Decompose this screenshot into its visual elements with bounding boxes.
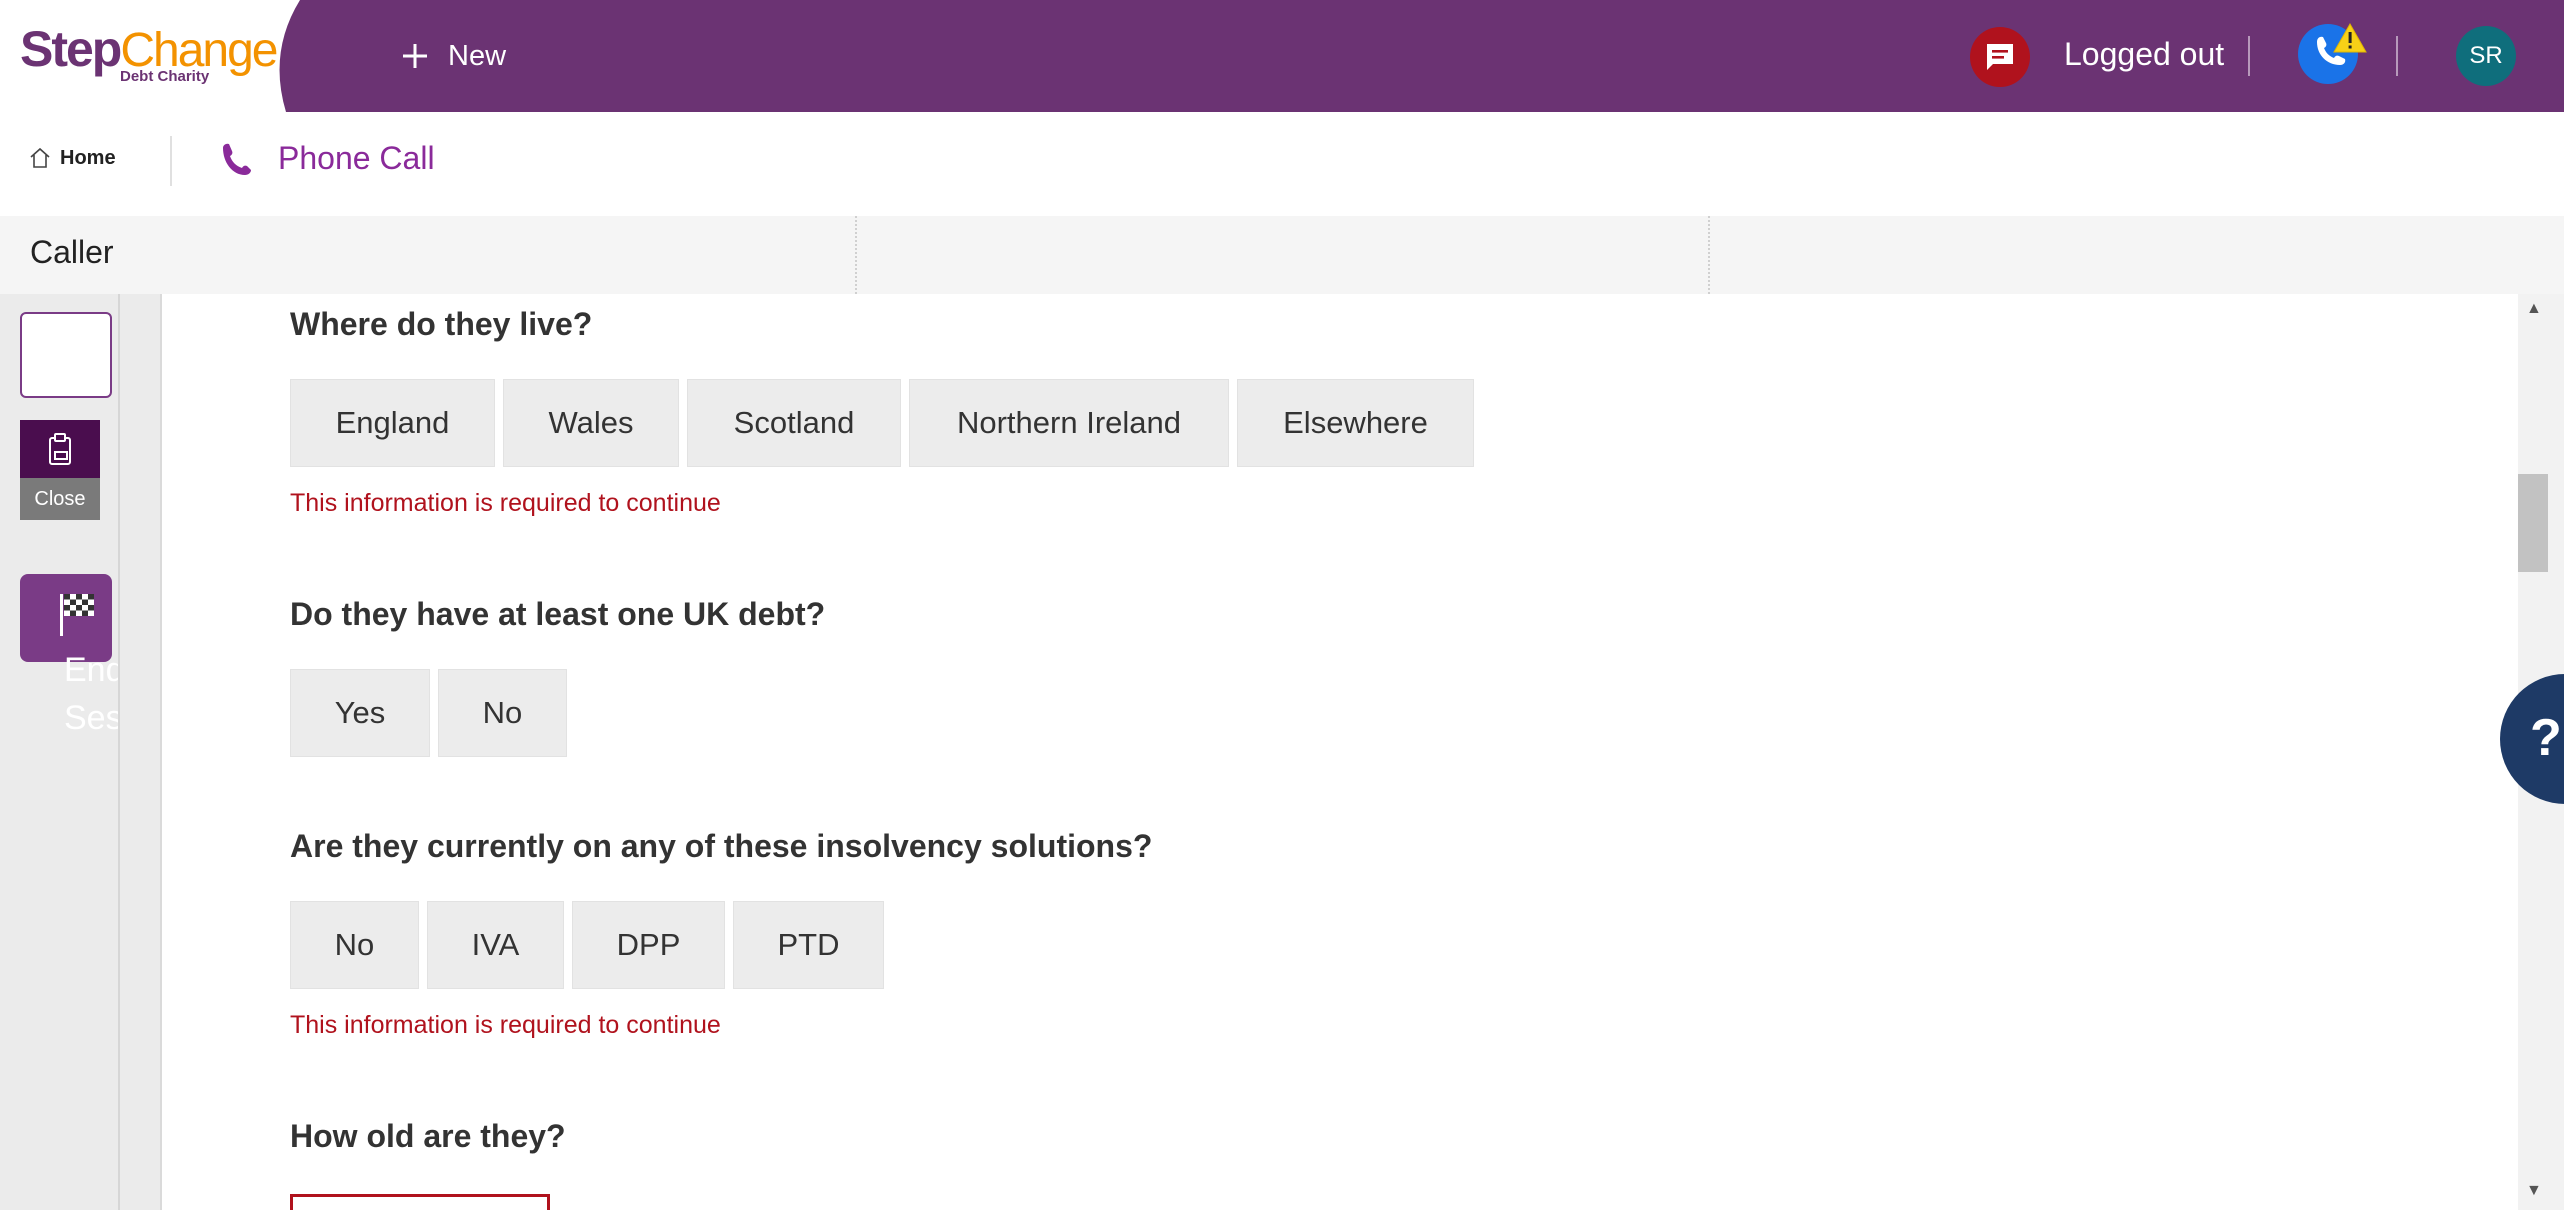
clipboard-icon: [49, 433, 71, 465]
close-button[interactable]: Close: [20, 478, 100, 520]
insolvency-options: No IVA DPP PTD: [290, 901, 884, 989]
caller-bar: Caller: [0, 216, 2564, 294]
option-iva[interactable]: IVA: [427, 901, 564, 989]
where-live-options: England Wales Scotland Northern Ireland …: [290, 379, 1474, 467]
phone-alert-icon[interactable]: [2298, 20, 2368, 86]
uk-debt-options: Yes No: [290, 669, 567, 757]
option-elsewhere[interactable]: Elsewhere: [1237, 379, 1474, 467]
agent-status[interactable]: Logged out: [2064, 36, 2224, 73]
where-live-error: This information is required to continue: [290, 489, 721, 517]
new-button[interactable]: New: [400, 30, 506, 82]
scrollbar-thumb[interactable]: [2518, 474, 2548, 572]
tab-phone-call[interactable]: Phone Call: [218, 140, 435, 177]
age-input[interactable]: [290, 1194, 550, 1210]
header-divider: [2396, 36, 2398, 76]
question-uk-debt: Do they have at least one UK debt?: [290, 596, 826, 632]
option-dpp[interactable]: DPP: [572, 901, 725, 989]
help-label: ?: [2530, 709, 2562, 767]
scroll-down-arrow[interactable]: ▼: [2526, 1182, 2542, 1200]
top-bar: StepChange Debt Charity New Logged out S…: [0, 0, 2564, 112]
logo-step: Step: [20, 21, 122, 77]
new-button-label: New: [448, 39, 507, 72]
phone-status-glyph: [2298, 22, 2367, 84]
home-icon: [30, 147, 50, 168]
phone-icon: [223, 143, 251, 175]
caller-bar-divider: [855, 216, 857, 294]
clipboard-button[interactable]: [20, 420, 100, 478]
caller-label: Caller: [30, 234, 114, 270]
question-age: How old are they?: [290, 1118, 566, 1154]
question-where-live: Where do they live?: [290, 306, 593, 342]
insolvency-error: This information is required to continue: [290, 1011, 721, 1039]
logo-subtitle: Debt Charity: [120, 68, 210, 85]
chat-icon[interactable]: [1970, 27, 2030, 87]
option-scotland[interactable]: Scotland: [687, 379, 901, 467]
question-insolvency: Are they currently on any of these insol…: [290, 828, 1153, 864]
option-england[interactable]: England: [290, 379, 495, 467]
eligibility-form: Where do they live? England Wales Scotla…: [162, 294, 2518, 1210]
caller-bar-divider: [1708, 216, 1710, 294]
header-divider: [2248, 36, 2250, 76]
plus-icon: [403, 44, 427, 68]
subnav-divider: [170, 136, 172, 186]
end-session-label: End Session: [64, 651, 120, 737]
logo[interactable]: StepChange Debt Charity: [0, 0, 305, 112]
rail-gutter: [120, 294, 162, 1210]
chat-bubble-glyph: [1987, 44, 2013, 70]
option-yes[interactable]: Yes: [290, 669, 430, 757]
home-label: Home: [60, 146, 116, 169]
option-no[interactable]: No: [290, 901, 419, 989]
scroll-up-arrow[interactable]: ▲: [2526, 300, 2542, 318]
tab-phone-call-label: Phone Call: [278, 140, 435, 176]
option-northern-ireland[interactable]: Northern Ireland: [909, 379, 1229, 467]
avatar[interactable]: SR: [2456, 26, 2516, 86]
home-link[interactable]: Home: [28, 146, 116, 170]
sub-navigation: Home Phone Call: [0, 112, 2564, 216]
session-card[interactable]: [20, 312, 112, 398]
option-no[interactable]: No: [438, 669, 567, 757]
left-rail: Close End Session: [0, 294, 120, 1210]
option-ptd[interactable]: PTD: [733, 901, 884, 989]
option-wales[interactable]: Wales: [503, 379, 679, 467]
flag-icon: [60, 594, 94, 636]
